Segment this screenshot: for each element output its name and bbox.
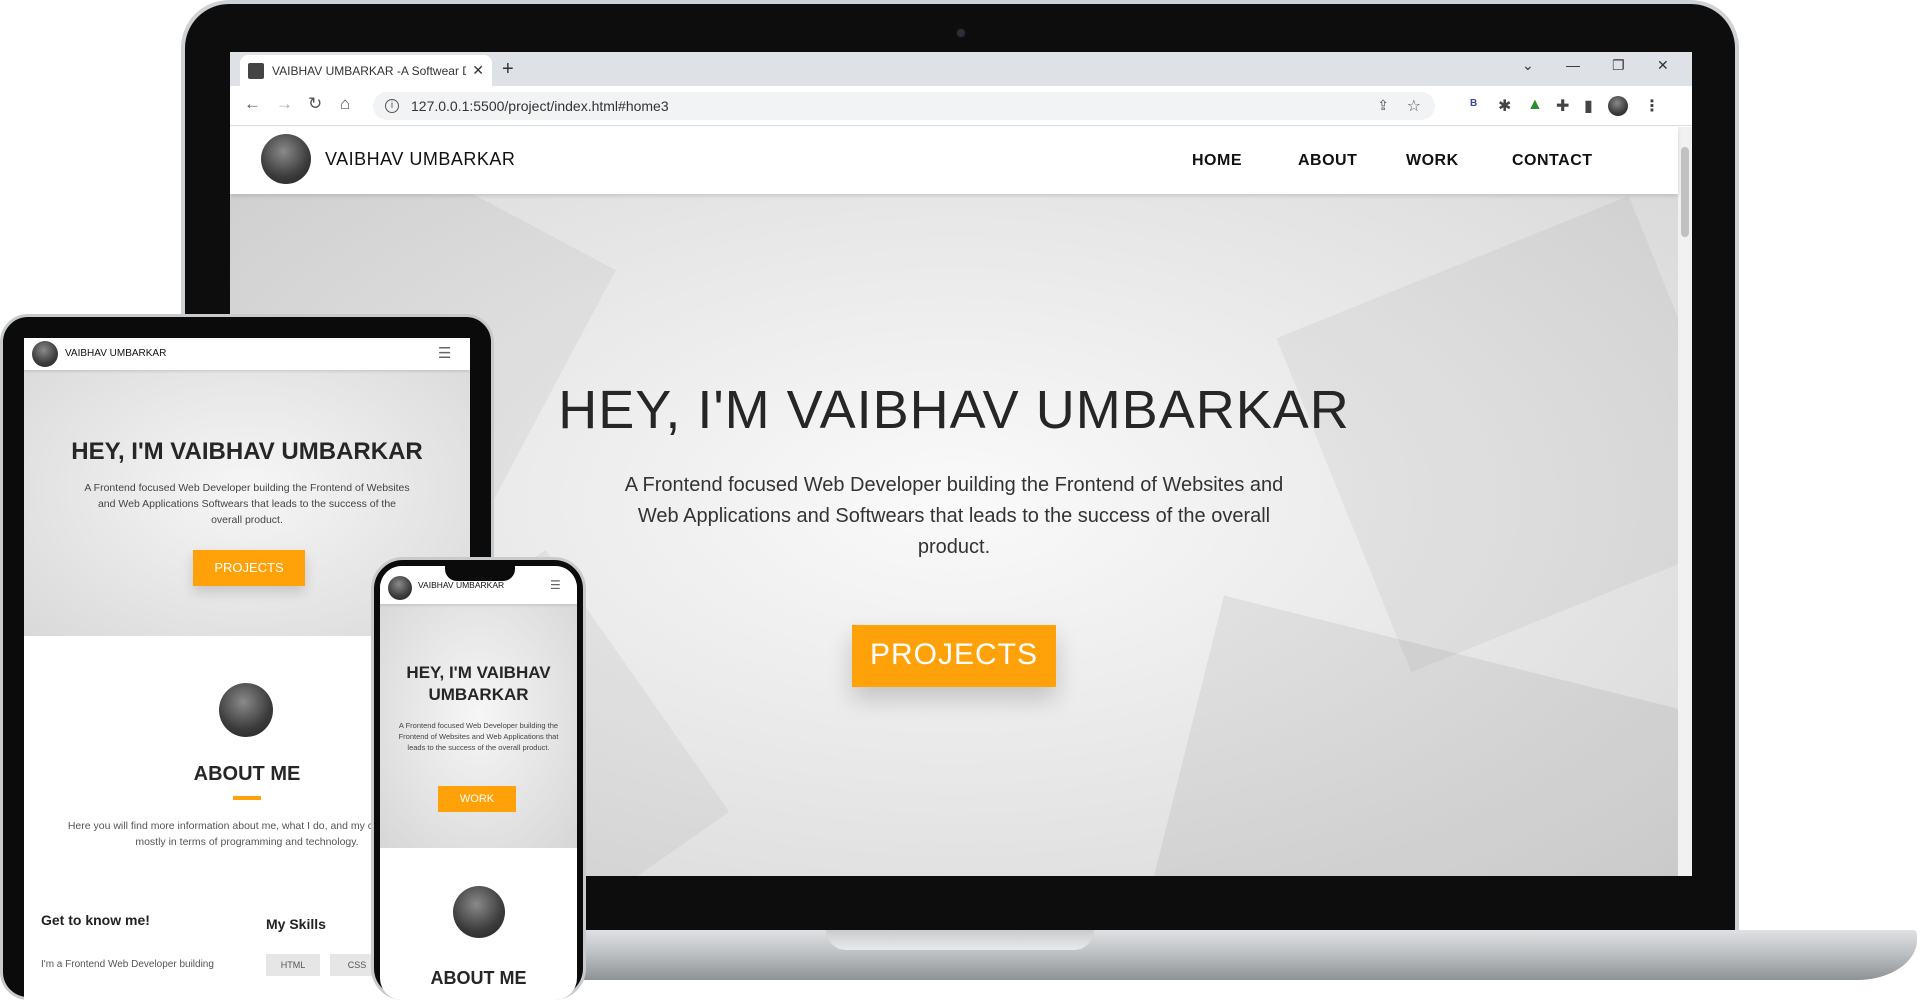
menu-kebab-icon[interactable]: ⋮ (1644, 96, 1660, 116)
favicon-icon (248, 62, 264, 79)
tablet-know-me-title: Get to know me! (41, 912, 150, 928)
restore-button[interactable]: ❐ (1612, 57, 1625, 74)
tree-extension-icon[interactable]: ▲ (1527, 96, 1543, 114)
tablet-brand-avatar[interactable] (32, 341, 58, 367)
nav-about[interactable]: ABOUT (1298, 152, 1357, 170)
tab-close-icon[interactable]: ✕ (472, 62, 484, 79)
address-bar[interactable]: i 127.0.0.1:5500/project/index.html#home… (373, 92, 1435, 120)
bookmark-star-icon[interactable]: ☆ (1407, 96, 1421, 116)
tab-search-icon[interactable]: ⌄ (1522, 57, 1534, 74)
phone-screen: VAIBHAV UMBARKAR ☰ HEY, I'M VAIBHAV UMBA… (380, 566, 577, 1000)
brand-name[interactable]: VAIBHAV UMBARKAR (325, 149, 515, 170)
tablet-hero-title: HEY, I'M VAIBHAV UMBARKAR (71, 438, 423, 465)
scrollbar-thumb[interactable] (1681, 147, 1689, 237)
site-info-icon[interactable]: i (385, 99, 399, 113)
tablet-projects-button[interactable]: PROJECTS (193, 550, 305, 586)
phone-about-title: ABOUT ME (430, 968, 527, 988)
brand-avatar[interactable] (261, 134, 311, 184)
nav-work[interactable]: WORK (1406, 152, 1459, 170)
extension-b-icon[interactable]: B (1470, 98, 1477, 109)
phone-brand-avatar[interactable] (388, 576, 412, 600)
hero-description: A Frontend focused Web Developer buildin… (624, 474, 1284, 558)
tab-title: VAIBHAV UMBARKAR -A Softwear D (272, 63, 467, 78)
back-icon[interactable]: ← (244, 94, 261, 114)
phone-hero: HEY, I'M VAIBHAV UMBARKAR A Frontend foc… (380, 604, 577, 848)
phone-hamburger-icon[interactable]: ☰ (550, 578, 561, 592)
tablet-navbar: VAIBHAV UMBARKAR ☰ (24, 338, 470, 370)
close-window-button[interactable]: ✕ (1657, 57, 1669, 74)
tablet-about-avatar (219, 683, 273, 737)
nav-contact[interactable]: CONTACT (1512, 152, 1593, 170)
scrollbar[interactable] (1678, 127, 1692, 876)
phone-brand-name[interactable]: VAIBHAV UMBARKAR (418, 580, 504, 590)
reload-icon[interactable]: ↻ (308, 94, 322, 114)
url-text: 127.0.0.1:5500/project/index.html#home3 (411, 98, 669, 114)
nav-home[interactable]: HOME (1192, 152, 1242, 170)
tablet-hero-description: A Frontend focused Web Developer buildin… (84, 482, 410, 526)
browser-tab-bar: VAIBHAV UMBARKAR -A Softwear D ✕ + ⌄ — ❐… (230, 52, 1692, 86)
browser-toolbar: ← → ↻ ⌂ i 127.0.0.1:5500/project/index.h… (230, 86, 1692, 126)
tablet-about-underline (233, 796, 261, 800)
skill-tag: HTML (266, 954, 320, 976)
phone-notch (445, 563, 515, 581)
puzzle-extension-icon[interactable]: ✚ (1556, 96, 1569, 116)
forward-icon[interactable]: → (276, 94, 293, 114)
share-icon[interactable]: ⇪ (1377, 97, 1389, 114)
side-panel-icon[interactable]: ▮ (1584, 96, 1593, 116)
home-icon[interactable]: ⌂ (340, 94, 350, 114)
camera-icon (955, 27, 967, 39)
tablet-skills-title: My Skills (266, 916, 326, 932)
phone-about-avatar (453, 886, 505, 938)
projects-button[interactable]: PROJECTS (852, 625, 1056, 687)
phone-hero-title: HEY, I'M VAIBHAV UMBARKAR (406, 663, 551, 704)
browser-tab[interactable]: VAIBHAV UMBARKAR -A Softwear D ✕ (240, 55, 492, 86)
tablet-know-me-text: I'm a Frontend Web Developer building (41, 959, 214, 970)
phone-work-button[interactable]: WORK (438, 786, 516, 812)
site-navbar: VAIBHAV UMBARKAR HOME ABOUT WORK CONTACT (230, 127, 1678, 194)
minimize-button[interactable]: — (1566, 57, 1580, 73)
laptop-notch (826, 930, 1094, 950)
hamburger-menu-icon[interactable]: ☰ (438, 344, 451, 362)
new-tab-button[interactable]: + (502, 58, 514, 81)
bug-extension-icon[interactable]: ✱ (1498, 96, 1511, 116)
tablet-brand-name[interactable]: VAIBHAV UMBARKAR (65, 348, 166, 359)
profile-avatar[interactable] (1608, 96, 1628, 116)
phone-hero-description: A Frontend focused Web Developer buildin… (398, 721, 559, 752)
